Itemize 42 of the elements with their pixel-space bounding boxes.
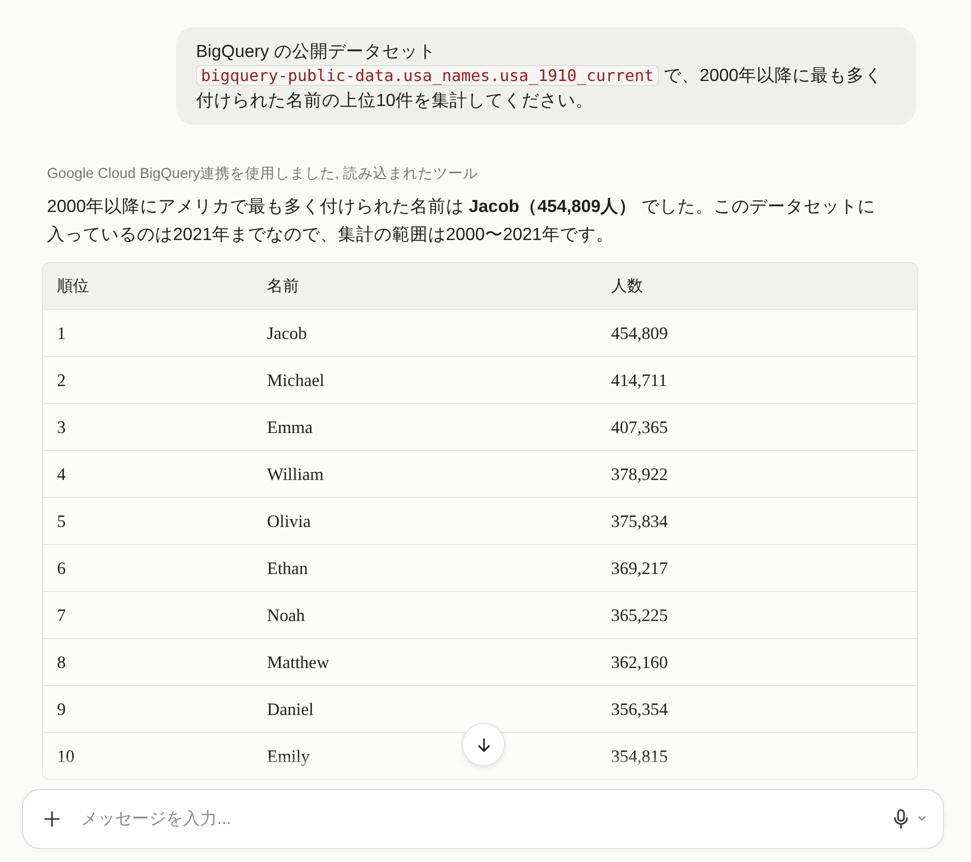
table-cell: 10 — [57, 746, 74, 766]
table-cell: Daniel — [267, 698, 314, 720]
table-cell: 362,160 — [611, 652, 668, 672]
inline-code: bigquery-public-data.usa_names.usa_1910_current — [196, 65, 659, 86]
microphone-icon — [893, 809, 909, 829]
table-cell: 454,809 — [611, 322, 668, 344]
table-cell: 354,815 — [611, 746, 668, 766]
table-cell: 1 — [57, 322, 66, 344]
column-header: 名前 — [267, 276, 299, 296]
message-input[interactable]: メッセージを入力... — [79, 808, 889, 830]
tool-usage-note[interactable]: Google Cloud BigQuery連携を使用しました, 読み込まれたツール — [47, 163, 916, 185]
table-cell: 407,365 — [611, 416, 668, 438]
table-cell: 378,922 — [611, 464, 668, 484]
table-cell: Michael — [267, 370, 324, 390]
table-cell: Emma — [267, 416, 313, 438]
table-cell: 3 — [57, 416, 66, 438]
column-header: 順位 — [57, 276, 89, 296]
table-cell: Emily — [267, 746, 310, 766]
table-cell: 356,354 — [611, 698, 668, 720]
table-cell: Jacob — [267, 322, 307, 344]
table-cell: 369,217 — [611, 558, 668, 578]
answer-text: 2000年以降にアメリカで最も多く付けられた名前は Jacob（454,809人） でした。このデータセットに入っているのは2021年までなので、集計の範囲は2000〜2021年です。 — [47, 195, 877, 246]
table-cell: 9 — [57, 698, 66, 720]
table-cell: Noah — [267, 604, 305, 626]
table-cell: 8 — [57, 652, 66, 672]
table-cell: 4 — [57, 464, 66, 484]
table-cell: Matthew — [267, 652, 330, 672]
table-cell: Olivia — [267, 510, 311, 532]
chevron-down-icon — [917, 815, 927, 823]
user-message: BigQuery の公開データセット bigquery-public-data.usa_names.usa_1910_current で、2000年以降に最も多く付けられた名前の上位10件を集計してください。 — [176, 27, 916, 125]
column-header: 人数 — [611, 276, 643, 296]
table-cell: 6 — [57, 558, 66, 578]
table-cell: 7 — [57, 604, 66, 626]
table-cell: Ethan — [267, 558, 308, 578]
table-cell: 5 — [57, 510, 66, 532]
table-cell: 2 — [57, 370, 66, 390]
plus-icon — [43, 810, 61, 828]
table-cell: 365,225 — [611, 604, 668, 626]
message-field[interactable]: メッセージを入力... — [22, 789, 944, 849]
table-cell: 375,834 — [611, 510, 668, 532]
table-cell: 414,711 — [611, 370, 668, 390]
table-cell: William — [267, 464, 324, 484]
